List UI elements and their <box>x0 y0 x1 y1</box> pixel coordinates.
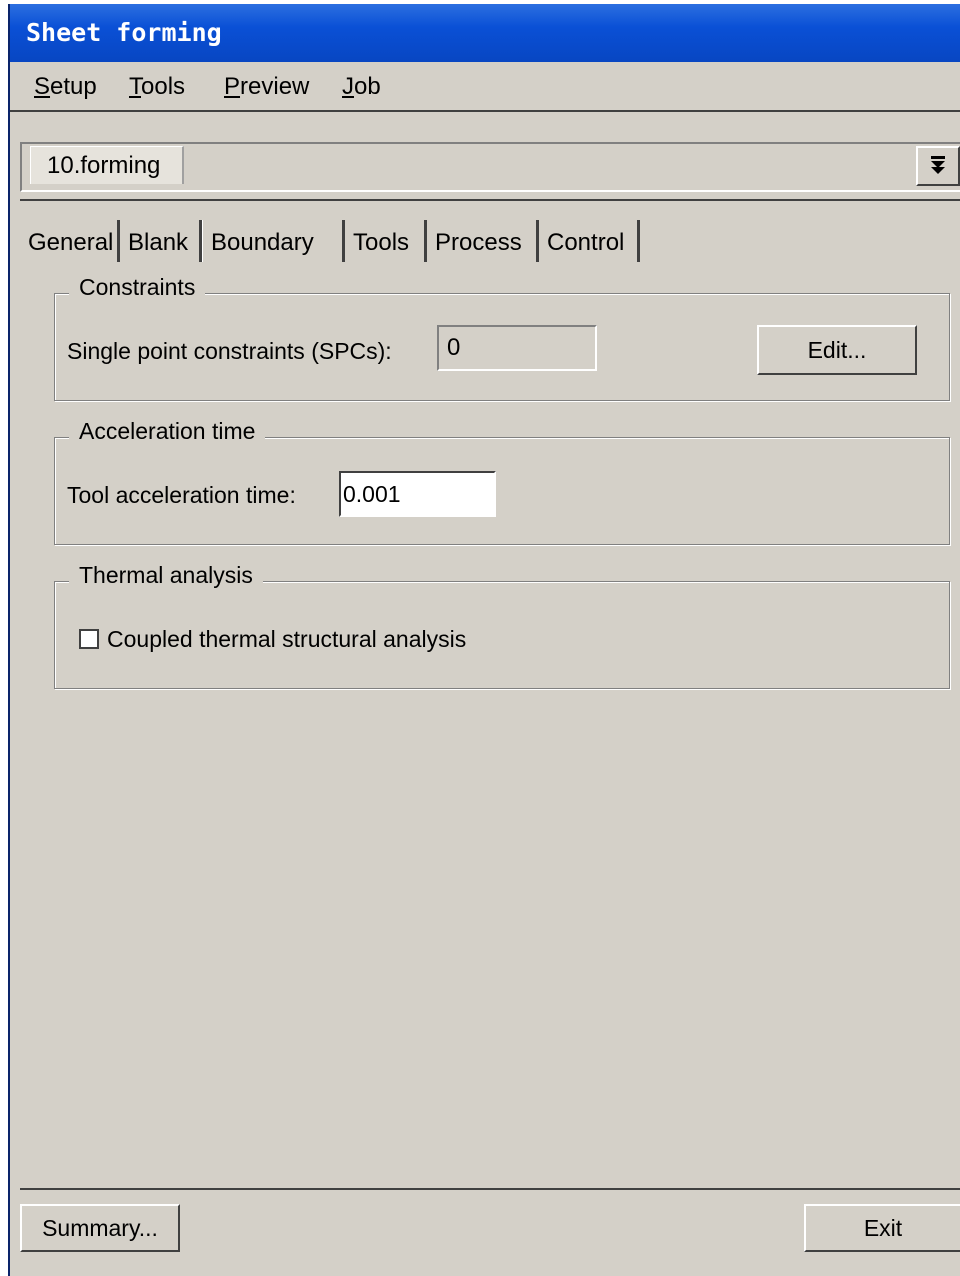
divider <box>20 199 960 201</box>
double-chevron-down-icon <box>931 156 945 174</box>
tool-acceleration-label: Tool acceleration time: <box>67 482 296 508</box>
edit-spc-button[interactable]: Edit... <box>757 325 917 375</box>
menu-tools[interactable]: Tools <box>129 73 185 101</box>
exit-button[interactable]: Exit <box>804 1204 960 1252</box>
constraints-title: Constraints <box>69 274 206 301</box>
stage-selector-value: 10.forming <box>30 146 184 184</box>
acceleration-group: Acceleration time Tool acceleration time… <box>54 418 950 545</box>
menu-bar: Setup Tools Preview Job <box>10 62 960 112</box>
tab-process[interactable]: Process <box>427 220 539 262</box>
acceleration-title: Acceleration time <box>69 418 266 445</box>
spc-label: Single point constraints (SPCs): <box>67 338 392 364</box>
thermal-title: Thermal analysis <box>69 562 263 589</box>
menu-job[interactable]: Job <box>342 73 381 101</box>
menu-setup[interactable]: Setup <box>34 73 97 101</box>
tool-acceleration-input[interactable]: 0.001 <box>339 471 496 517</box>
spc-count-field: 0 <box>437 325 597 371</box>
tab-tools[interactable]: Tools <box>345 220 427 262</box>
sheet-forming-window: Sheet forming Setup Tools Preview Job 10… <box>8 4 960 1276</box>
stage-selector[interactable]: 10.forming <box>20 142 960 192</box>
tab-control[interactable]: Control <box>539 220 640 262</box>
tab-boundary[interactable]: Boundary <box>202 220 345 262</box>
coupled-thermal-label[interactable]: Coupled thermal structural analysis <box>107 626 466 653</box>
constraints-group: Constraints Single point constraints (SP… <box>54 274 950 401</box>
tab-general[interactable]: General <box>20 220 120 262</box>
coupled-thermal-checkbox[interactable] <box>79 629 99 649</box>
stage-dropdown-button[interactable] <box>916 146 960 186</box>
thermal-group: Thermal analysis Coupled thermal structu… <box>54 562 950 689</box>
window-title: Sheet forming <box>26 18 222 47</box>
tab-blank[interactable]: Blank <box>120 220 202 262</box>
summary-button[interactable]: Summary... <box>20 1204 180 1252</box>
menu-preview[interactable]: Preview <box>224 73 309 101</box>
title-bar[interactable]: Sheet forming <box>10 4 960 62</box>
footer-divider <box>20 1188 960 1190</box>
